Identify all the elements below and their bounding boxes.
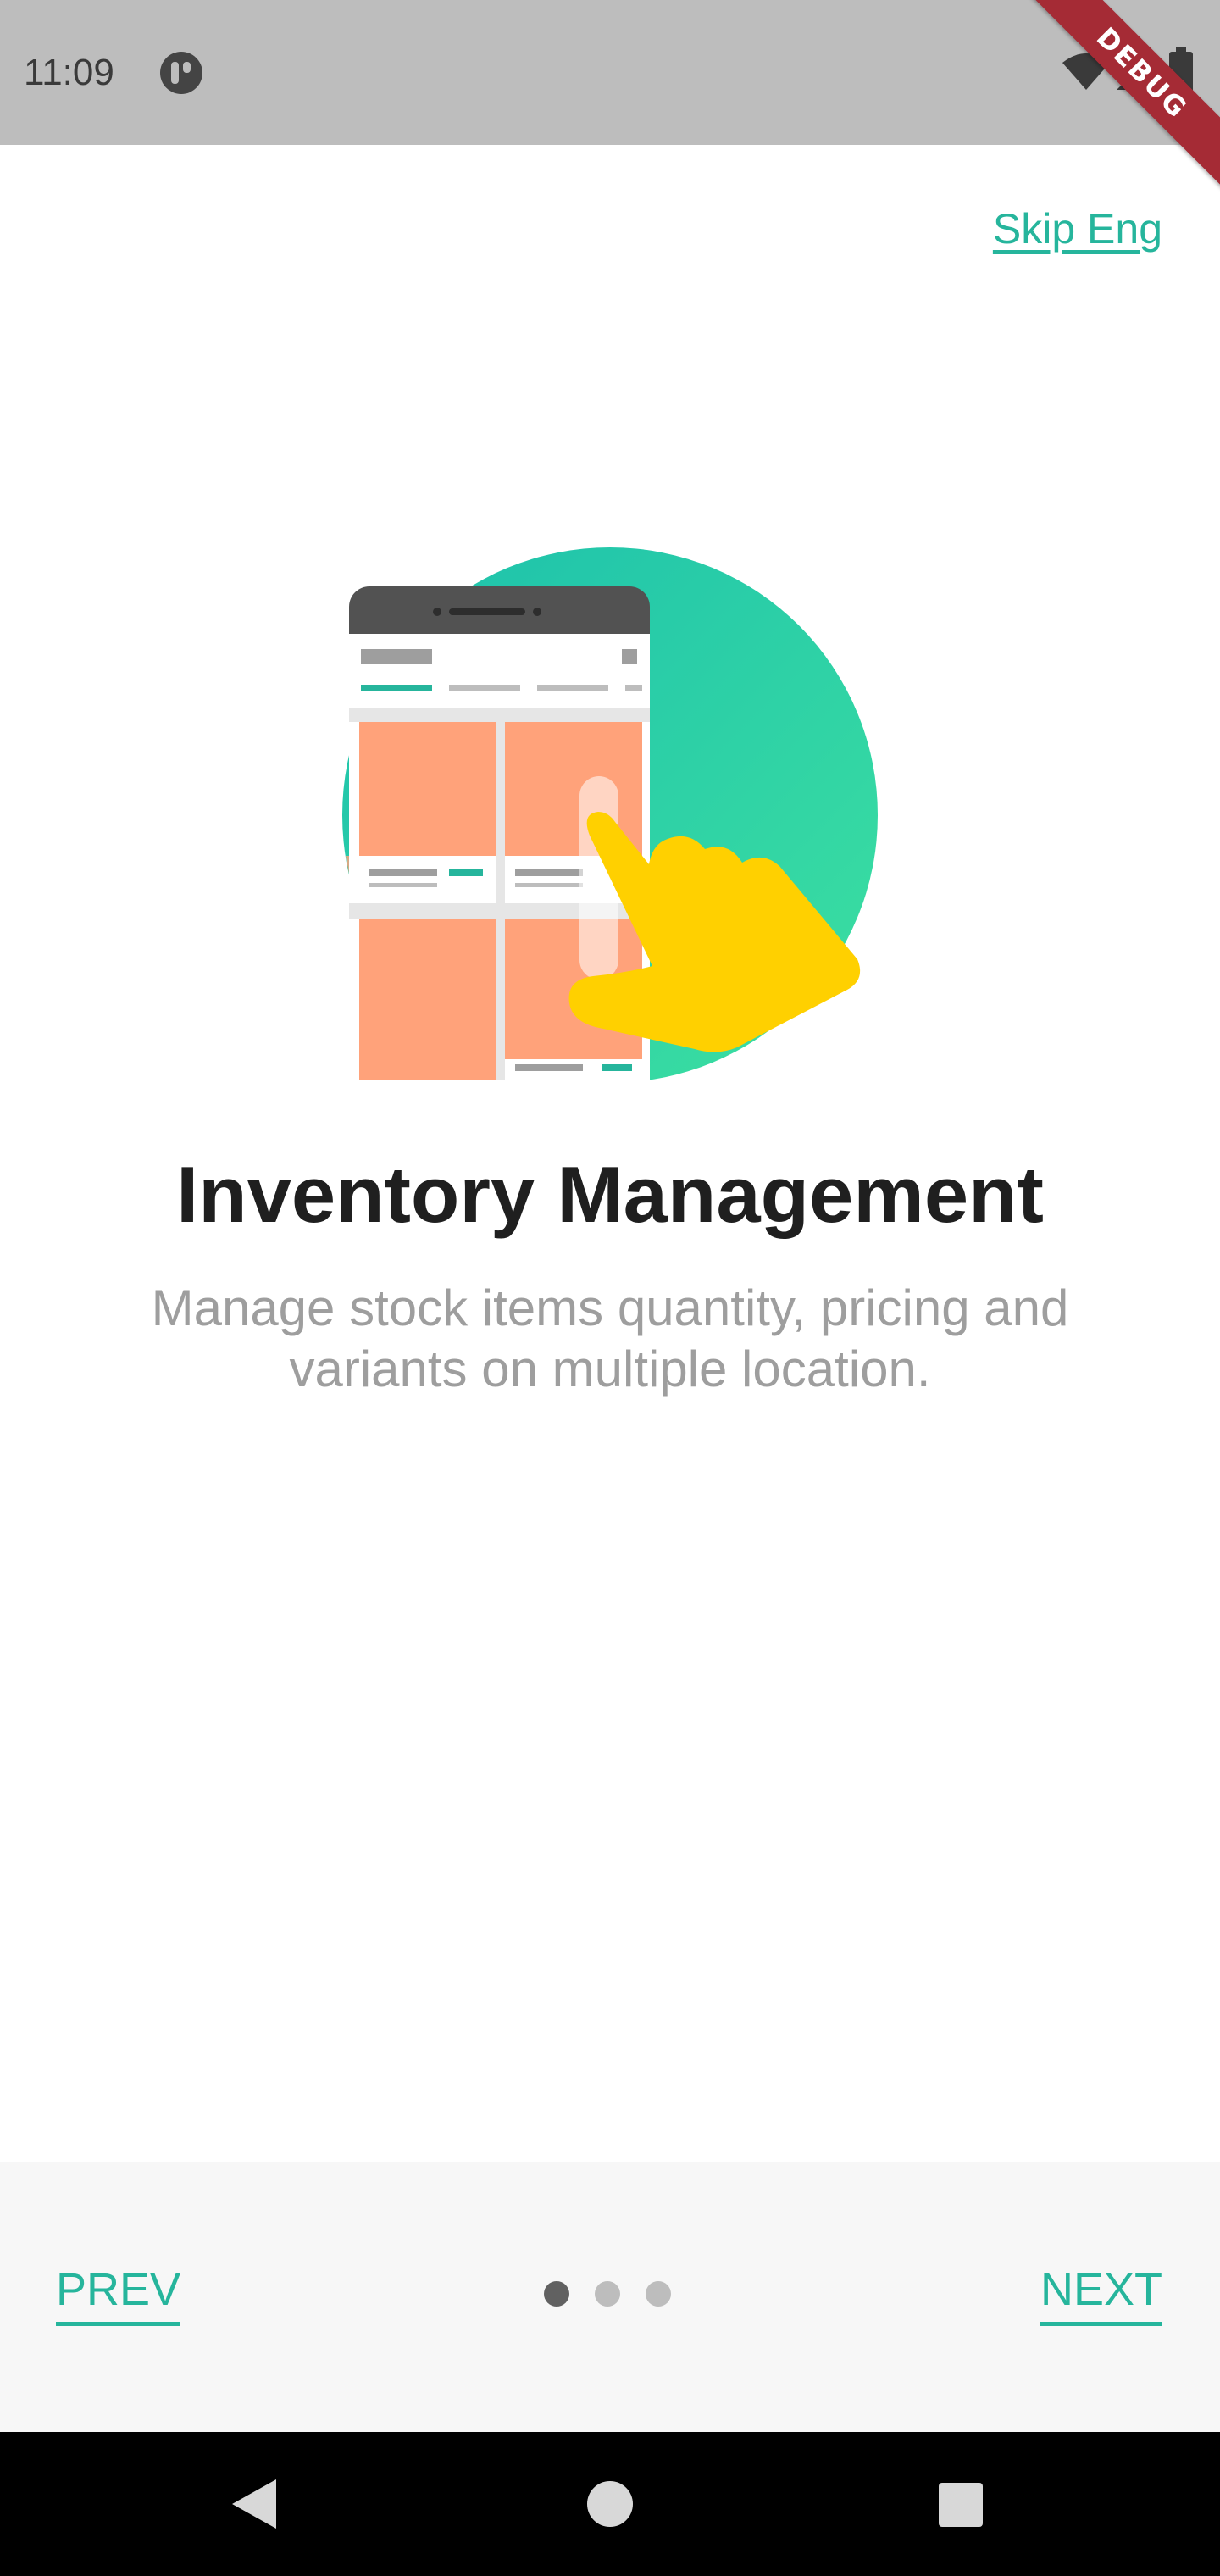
recents-square-icon[interactable] <box>939 2483 983 2527</box>
back-triangle-icon[interactable] <box>230 2478 278 2530</box>
prev-button[interactable]: PREV <box>56 2262 181 2326</box>
page-dot-1[interactable] <box>544 2281 569 2307</box>
page-dot-2[interactable] <box>595 2281 620 2307</box>
onboarding-nav: PREV NEXT <box>0 2162 1220 2432</box>
page-dot-3[interactable] <box>646 2281 671 2307</box>
slide-title: Inventory Management <box>176 1150 1044 1239</box>
media-indicator-icon <box>160 52 202 94</box>
slide-description: Manage stock items quantity, pricing and… <box>151 1280 1069 1397</box>
page-indicator <box>544 2281 676 2307</box>
status-bar: 11:09 DEBUG <box>0 0 1220 204</box>
status-time: 11:09 <box>24 52 114 93</box>
next-button[interactable]: NEXT <box>1040 2262 1162 2326</box>
skip-button[interactable]: Skip Eng <box>993 202 1162 256</box>
system-nav-bar <box>0 2432 1220 2576</box>
inventory-phone-hand-illustration <box>342 547 878 1093</box>
debug-banner: DEBUG <box>1011 0 1220 204</box>
home-circle-icon[interactable] <box>587 2481 633 2527</box>
